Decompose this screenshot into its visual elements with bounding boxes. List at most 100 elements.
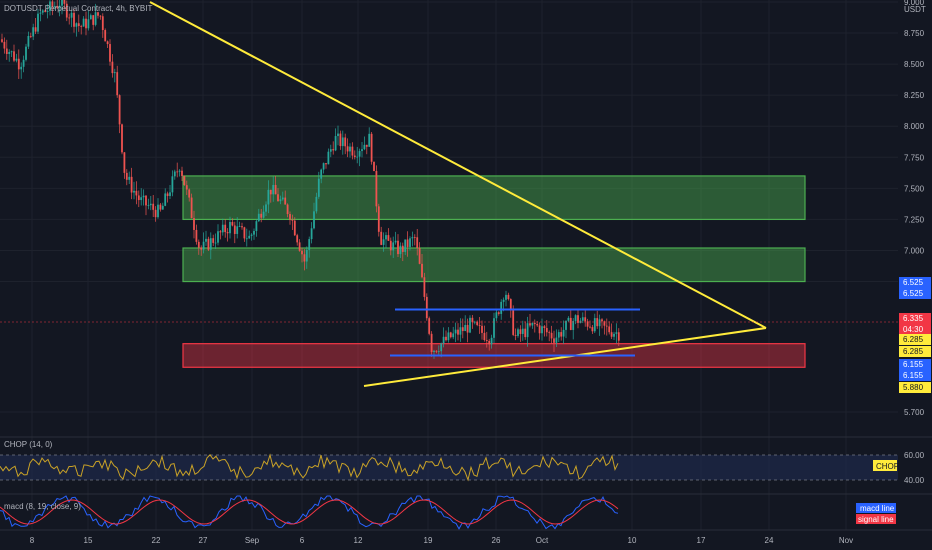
time-tick-1: 15 [84,536,93,545]
candle-body-253 [608,326,611,333]
candle-body-64 [154,209,157,218]
candle-body-226 [543,326,546,329]
candle-body-187 [449,332,452,338]
candle-body-86 [207,238,210,250]
candle-body-161 [387,235,390,241]
candle-body-257 [617,332,620,341]
candle-body-249 [598,319,601,327]
candle-body-206 [495,312,498,319]
candle-body-179 [430,333,433,352]
candle-body-82 [197,241,200,248]
candle-body-118 [284,197,287,205]
candle-body-154 [370,133,373,162]
price-tick-3: 8.250 [904,91,925,100]
candle-body-10 [25,46,27,60]
candle-body-83 [200,247,203,250]
chop-level-40-label: 40.00 [904,476,925,485]
candle-body-110 [265,204,267,212]
candle-body-209 [502,299,505,302]
candle-body-199 [478,325,481,326]
candle-body-137 [329,149,332,152]
candle-body-31 [75,23,78,27]
candle-body-178 [428,318,431,334]
candle-body-239 [574,315,577,321]
candle-body-212 [509,299,512,310]
candle-body-231 [555,337,558,343]
candle-body-171 [411,237,414,239]
candle-body-33 [80,26,83,27]
candle-body-93 [224,224,227,233]
time-tick-9: Oct [536,536,549,545]
time-tick-2: 22 [152,536,161,545]
candle-body-242 [581,317,584,321]
candle-body-234 [562,329,565,337]
candle-body-14 [34,27,37,32]
candle-body-191 [459,327,462,335]
price-tag-5: 6.285 [903,347,924,356]
price-tick-6: 7.500 [904,184,925,193]
candle-body-160 [385,235,387,240]
candle-body-11 [27,36,30,47]
candle-body-32 [77,23,80,27]
candle-body-223 [536,323,539,326]
candle-body-166 [399,245,402,255]
candle-body-147 [353,155,356,158]
candle-body-168 [404,239,407,252]
time-tick-10: 10 [628,536,637,545]
candle-body-149 [358,151,361,157]
candle-body-208 [500,301,503,314]
candle-body-12 [29,36,32,37]
candle-body-133 [320,169,323,179]
candle-body-173 [416,237,419,248]
candle-body-150 [361,149,363,152]
candle-body-115 [277,194,279,202]
time-tick-3: 27 [199,536,208,545]
candle-body-2 [5,48,8,55]
chop-level-60-label: 60.00 [904,451,925,460]
candle-body-117 [281,197,284,200]
candle-body-188 [452,333,455,338]
candle-body-52 [125,172,128,180]
candle-body-36 [87,19,90,29]
candle-body-155 [373,161,375,171]
candle-body-174 [418,247,421,264]
candle-body-78 [188,189,191,198]
trading-chart[interactable]: DOTUSDT Perpetual Contract, 4h, BYBIT US… [0,0,932,550]
candle-body-230 [553,338,555,343]
candle-body-247 [593,318,596,332]
time-axis[interactable]: 8 15 22 27 Sep 6 12 19 26 Oct 10 17 24 Nov [30,536,853,545]
price-tag-2: 6.335 [903,314,924,323]
candle-body-63 [152,203,155,210]
candle-body-152 [365,144,368,147]
candle-body-91 [219,231,222,233]
candle-body-233 [560,332,563,337]
candle-body-122 [293,220,296,236]
candle-body-194 [466,324,469,333]
candle-body-215 [517,329,519,336]
candle-body-100 [241,226,243,228]
candle-body-92 [221,224,224,233]
candle-body-189 [454,329,457,334]
candle-body-182 [437,351,440,353]
candle-body-227 [545,328,548,333]
candle-body-48 [116,72,119,96]
candle-body-148 [356,156,359,158]
chop-label: CHOP (14, 0) [4,440,53,449]
price-tag-0: 6.525 [903,278,924,287]
macd-line [0,495,619,530]
candle-body-153 [368,133,371,147]
candle-body-207 [497,312,500,314]
candle-body-134 [322,163,325,170]
candle-body-85 [205,238,207,242]
candle-body-186 [447,332,450,341]
macd-label: macd (8, 19, close, 9) [4,502,81,511]
candle-body-246 [591,327,594,332]
candle-body-101 [243,227,246,239]
price-tag-7: 6.155 [903,371,924,380]
signal-legend: signal line [858,515,894,524]
candle-body-172 [413,237,416,238]
candle-body-98 [236,226,239,234]
candle-body-222 [533,322,536,324]
time-tick-0: 8 [30,536,35,545]
supply-zone-lower [182,247,806,283]
